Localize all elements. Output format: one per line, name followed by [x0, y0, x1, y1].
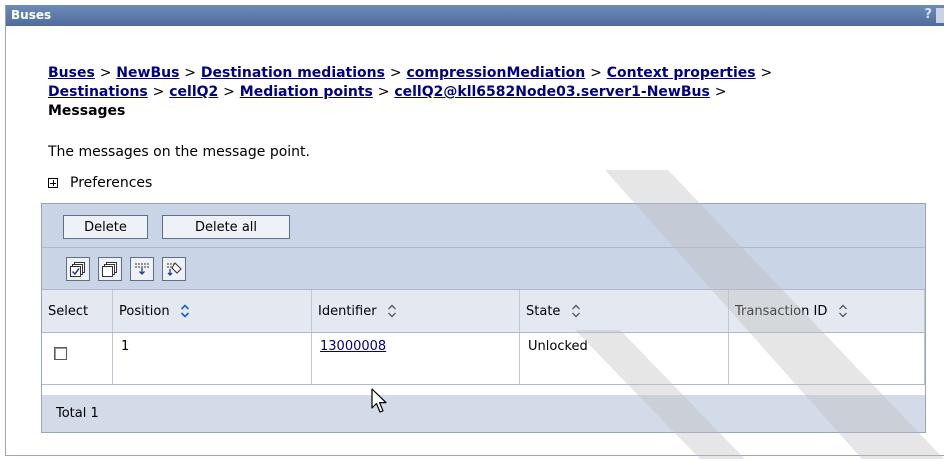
- column-header-transaction-id[interactable]: Transaction ID: [728, 290, 925, 333]
- row-select-checkbox[interactable]: [54, 347, 67, 360]
- table-header-row: Select Position Identifier State Transac…: [42, 290, 925, 333]
- column-label: Select: [48, 303, 89, 319]
- breadcrumb-separator: >: [184, 65, 197, 81]
- delete-button[interactable]: Delete: [63, 215, 148, 239]
- messages-table: Select Position Identifier State Transac…: [42, 290, 925, 385]
- breadcrumb-link-context-properties[interactable]: Context properties: [607, 65, 756, 81]
- breadcrumb-link-buses[interactable]: Buses: [48, 65, 95, 81]
- delete-all-button[interactable]: Delete all: [162, 215, 290, 239]
- sort-icon[interactable]: [571, 304, 581, 318]
- breadcrumb-link-mediation-point[interactable]: cellQ2@kll6582Node03.server1-NewBus: [394, 84, 710, 100]
- sort-icon[interactable]: [838, 304, 848, 318]
- column-label: Identifier: [318, 303, 377, 319]
- help-button[interactable]: ?: [924, 7, 932, 22]
- transaction-id-cell: [728, 332, 925, 385]
- sort-icon[interactable]: [180, 304, 190, 318]
- breadcrumb-separator: >: [714, 84, 727, 100]
- breadcrumb-link-destination-mediations[interactable]: Destination mediations: [201, 65, 385, 81]
- column-label: Position: [119, 303, 170, 319]
- breadcrumb-current: Messages: [48, 103, 126, 119]
- breadcrumb-separator: >: [377, 84, 390, 100]
- breadcrumb-separator: >: [760, 65, 773, 81]
- breadcrumb-separator: >: [590, 65, 602, 81]
- identifier-cell: 13000008: [311, 332, 520, 385]
- expand-icon[interactable]: [48, 178, 58, 188]
- clear-filter-icon[interactable]: [162, 257, 186, 281]
- breadcrumb-separator: >: [152, 84, 165, 100]
- table-toolbar: [42, 248, 925, 290]
- select-cell: [42, 332, 113, 385]
- button-bar: Delete Delete all: [42, 204, 925, 248]
- column-header-select: Select: [42, 290, 113, 333]
- message-identifier-link[interactable]: 13000008: [320, 339, 386, 354]
- column-header-position[interactable]: Position: [112, 290, 312, 333]
- breadcrumb-link-compression-mediation[interactable]: compressionMediation: [406, 65, 585, 81]
- breadcrumb-link-mediation-points[interactable]: Mediation points: [240, 84, 373, 100]
- page-description: The messages on the message point.: [48, 144, 310, 160]
- table-footer: Total 1: [42, 395, 925, 432]
- position-cell: 1: [112, 332, 312, 385]
- breadcrumb-link-destinations[interactable]: Destinations: [48, 84, 148, 100]
- select-all-icon[interactable]: [66, 257, 90, 281]
- state-cell: Unlocked: [519, 332, 729, 385]
- minimize-button[interactable]: [936, 8, 944, 23]
- sort-icon[interactable]: [387, 304, 397, 318]
- breadcrumb-link-cellq2[interactable]: cellQ2: [169, 84, 218, 100]
- preferences-toggle[interactable]: Preferences: [48, 175, 152, 191]
- column-label: State: [526, 303, 561, 319]
- column-header-state[interactable]: State: [519, 290, 729, 333]
- deselect-all-icon[interactable]: [98, 257, 122, 281]
- breadcrumb: Buses > NewBus > Destination mediations …: [48, 64, 928, 121]
- window-title: Buses: [11, 8, 52, 22]
- breadcrumb-link-newbus[interactable]: NewBus: [116, 65, 179, 81]
- breadcrumb-separator: >: [223, 84, 235, 100]
- title-bar: Buses ?: [6, 5, 944, 26]
- messages-panel: Delete Delete all Select Position Identi…: [41, 203, 926, 433]
- column-header-identifier[interactable]: Identifier: [311, 290, 520, 333]
- breadcrumb-separator: >: [389, 65, 402, 81]
- column-label: Transaction ID: [735, 303, 828, 319]
- show-filter-icon[interactable]: [130, 257, 154, 281]
- table-row: 1 13000008 Unlocked: [42, 332, 925, 385]
- total-count: Total 1: [56, 406, 99, 421]
- breadcrumb-separator: >: [99, 65, 112, 81]
- mouse-cursor-icon: [371, 388, 387, 413]
- preferences-label: Preferences: [70, 175, 153, 191]
